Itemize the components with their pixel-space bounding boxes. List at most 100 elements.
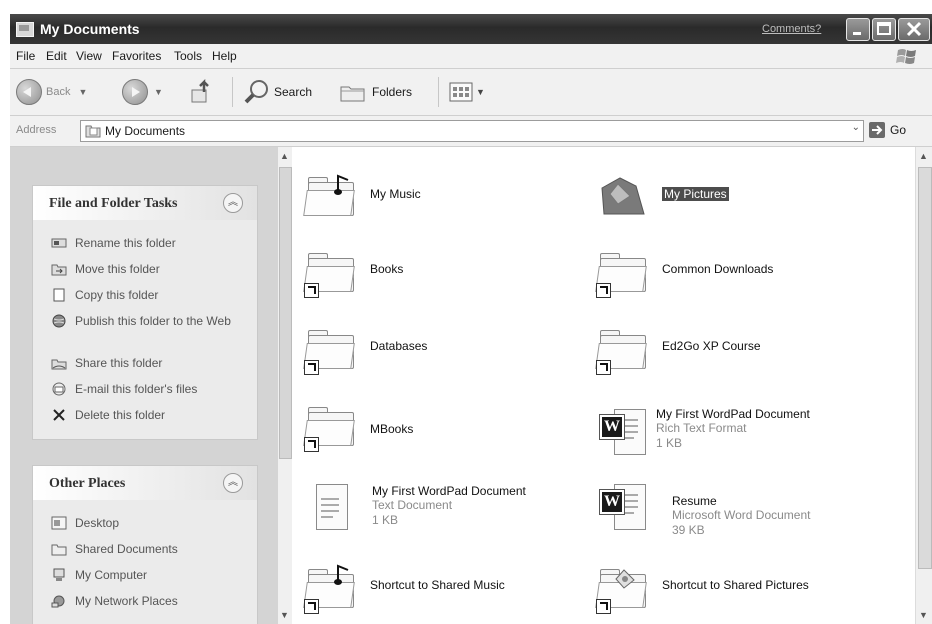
file-item-mbooks[interactable]: MBooks: [303, 404, 414, 452]
folders-label: Folders: [372, 85, 413, 99]
task-pane-scrollbar[interactable]: ▲ ▼: [278, 147, 292, 624]
pictures-shortcut-icon: [595, 566, 648, 614]
title-bar[interactable]: My Documents Comments?: [10, 14, 932, 44]
wordpad-document-icon: W: [599, 409, 652, 457]
comments-link[interactable]: Comments?: [762, 23, 821, 35]
file-size: 1 KB: [656, 436, 683, 450]
toolbar-separator: [438, 77, 439, 107]
file-type: Text Document: [372, 498, 453, 512]
folder-shortcut-icon: [595, 250, 648, 298]
file-name: MBooks: [370, 422, 414, 436]
views-button[interactable]: ▼: [448, 78, 485, 106]
menu-help[interactable]: Help: [212, 49, 237, 63]
task-copy-folder[interactable]: Copy this folder: [51, 288, 158, 302]
file-item-wordpad-txt[interactable]: My First WordPad Document Text Document …: [310, 484, 526, 532]
windows-logo-icon: [894, 46, 920, 66]
menu-edit[interactable]: Edit: [46, 49, 67, 63]
folder-shortcut-icon: [303, 404, 356, 452]
standard-toolbar: Back ▼ ▼ Search Folders ▼: [10, 69, 932, 116]
panel-title: Other Places: [49, 476, 126, 491]
place-my-computer[interactable]: My Computer: [51, 568, 147, 582]
file-size: 39 KB: [672, 523, 705, 537]
file-size: 1 KB: [372, 513, 399, 527]
place-shared-documents[interactable]: Shared Documents: [51, 542, 178, 556]
task-delete-folder[interactable]: Delete this folder: [51, 408, 165, 422]
window-title: My Documents: [40, 21, 140, 37]
collapse-icon[interactable]: ︽: [223, 473, 243, 493]
place-desktop[interactable]: Desktop: [51, 516, 119, 530]
search-icon: [244, 80, 268, 104]
collapse-icon[interactable]: ︽: [223, 193, 243, 213]
task-rename-folder[interactable]: Rename this folder: [51, 236, 176, 250]
toolbar-separator: [232, 77, 233, 107]
word-document-icon: W: [599, 484, 652, 532]
place-label: My Computer: [75, 568, 148, 582]
task-publish-folder[interactable]: Publish this folder to the Web: [51, 314, 231, 328]
scroll-up-icon[interactable]: ▲: [919, 151, 928, 161]
place-label: Shared Documents: [75, 542, 178, 556]
scroll-up-icon[interactable]: ▲: [280, 151, 289, 161]
folders-button[interactable]: Folders: [338, 78, 412, 106]
forward-dropdown-icon[interactable]: ▼: [154, 87, 163, 97]
file-item-shared-pictures[interactable]: Shortcut to Shared Pictures: [595, 566, 809, 614]
menu-view[interactable]: View: [76, 49, 102, 63]
menu-file[interactable]: File: [16, 49, 35, 63]
other-places-header[interactable]: Other Places ︽: [33, 466, 257, 500]
file-name: My First WordPad Document: [372, 484, 526, 498]
file-name: My Music: [370, 187, 421, 201]
email-icon: [51, 382, 67, 396]
task-label: Move this folder: [75, 262, 160, 276]
file-name: Books: [370, 262, 404, 276]
maximize-icon[interactable]: [872, 18, 896, 41]
panel-title: File and Folder Tasks: [49, 196, 178, 211]
minimize-icon[interactable]: [846, 18, 870, 41]
file-list-scrollbar[interactable]: ▲ ▼: [915, 147, 932, 624]
search-button[interactable]: Search: [242, 78, 312, 106]
scrollbar-thumb[interactable]: [279, 167, 292, 459]
task-pane: File and Folder Tasks ︽ Rename this fold…: [10, 147, 278, 624]
music-folder-icon: [303, 174, 356, 216]
back-dropdown-icon[interactable]: ▼: [78, 87, 87, 97]
file-folder-tasks-header[interactable]: File and Folder Tasks ︽: [33, 186, 257, 220]
task-label: Delete this folder: [75, 408, 166, 422]
file-name: Resume: [672, 494, 717, 508]
text-document-icon: [310, 484, 352, 532]
task-email-files[interactable]: E-mail this folder's files: [51, 382, 197, 396]
file-item-common-downloads[interactable]: Common Downloads: [595, 250, 774, 298]
task-label: Publish this folder to the Web: [75, 314, 231, 328]
file-item-my-pictures[interactable]: My Pictures: [596, 174, 729, 216]
menu-favorites[interactable]: Favorites: [112, 49, 161, 63]
views-dropdown-icon[interactable]: ▼: [476, 87, 485, 97]
pictures-folder-icon: [596, 174, 648, 216]
scroll-down-icon[interactable]: ▼: [919, 610, 928, 620]
forward-button[interactable]: ▼: [122, 78, 163, 106]
scroll-down-icon[interactable]: ▼: [280, 610, 289, 620]
file-item-books[interactable]: Books: [303, 250, 404, 298]
scrollbar-thumb[interactable]: [918, 167, 932, 569]
task-share-folder[interactable]: Share this folder: [51, 356, 162, 370]
delete-x-icon: [51, 408, 67, 422]
file-item-databases[interactable]: Databases: [303, 327, 427, 375]
back-arrow-icon: [16, 79, 42, 105]
menu-tools[interactable]: Tools: [174, 49, 202, 63]
task-move-folder[interactable]: Move this folder: [51, 262, 160, 276]
go-button[interactable]: Go: [868, 121, 906, 139]
file-name: Common Downloads: [662, 262, 774, 276]
address-bar: Address My Documents ⌄ Go: [10, 116, 932, 147]
file-item-shared-music[interactable]: Shortcut to Shared Music: [303, 564, 505, 614]
address-field[interactable]: My Documents ⌄: [80, 120, 864, 142]
file-item-resume[interactable]: W Resume Microsoft Word Document 39 KB: [599, 484, 811, 538]
address-dropdown-icon[interactable]: ⌄: [852, 122, 860, 133]
close-icon[interactable]: [898, 18, 930, 41]
up-folder-button[interactable]: [188, 78, 218, 106]
file-item-wordpad-rtf[interactable]: W My First WordPad Document Rich Text Fo…: [599, 407, 810, 457]
file-name: My First WordPad Document: [656, 407, 810, 421]
file-item-my-music[interactable]: My Music: [303, 174, 421, 216]
place-my-network-places[interactable]: My Network Places: [51, 594, 178, 608]
task-label: Copy this folder: [75, 288, 159, 302]
move-folder-icon: [51, 262, 67, 276]
file-item-ed2go[interactable]: Ed2Go XP Course: [595, 327, 761, 375]
back-button[interactable]: Back ▼: [16, 78, 87, 106]
place-label: Desktop: [75, 516, 120, 530]
place-label: My Network Places: [75, 594, 178, 608]
